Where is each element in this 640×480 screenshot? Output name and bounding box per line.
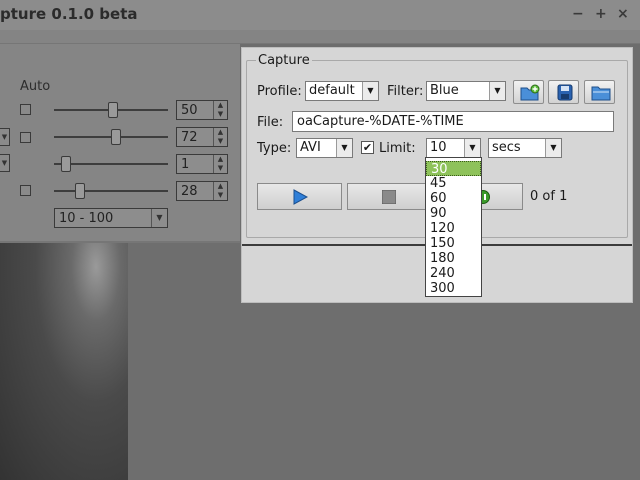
profile-select[interactable]: default ▼ (305, 81, 379, 101)
limit-dropdown-list[interactable]: 30 45 60 90 120 150 180 240 300 (425, 157, 482, 297)
dropdown-option[interactable]: 300 (426, 281, 481, 296)
minimize-button[interactable]: − (572, 6, 584, 22)
chevron-down-icon[interactable]: ▼ (464, 139, 480, 157)
dropdown-option[interactable]: 45 (426, 176, 481, 191)
filter-select[interactable]: Blue ▼ (426, 81, 506, 101)
chevron-down-icon[interactable]: ▼ (489, 82, 505, 100)
dropdown-option[interactable]: 30 (426, 161, 481, 177)
play-icon (293, 189, 308, 205)
spinbox-1-value: 50 (181, 103, 198, 118)
row-3-combo-stub[interactable]: ▼ (0, 154, 10, 172)
limit-select[interactable]: 10 ▼ (426, 138, 481, 158)
row-2-combo-stub[interactable]: ▼ (0, 128, 10, 146)
stop-icon (382, 190, 396, 204)
dropdown-option[interactable]: 240 (426, 266, 481, 281)
spin-arrows-icon[interactable]: ▲ ▼ (213, 155, 227, 173)
type-select[interactable]: AVI ▼ (296, 138, 353, 158)
spinbox-2-value: 72 (181, 130, 198, 145)
time-unit-value: secs (492, 140, 521, 155)
slider-2-thumb[interactable] (111, 129, 121, 145)
start-capture-button[interactable] (257, 183, 342, 210)
dropdown-option[interactable]: 150 (426, 236, 481, 251)
auto-checkbox-4[interactable] (20, 185, 31, 196)
chevron-down-icon[interactable]: ▼ (336, 139, 352, 157)
profile-label: Profile: (257, 84, 302, 99)
slider-4[interactable] (54, 190, 168, 192)
spin-arrows-icon[interactable]: ▲ ▼ (213, 128, 227, 146)
toolbar (0, 30, 640, 44)
new-folder-icon (520, 84, 540, 101)
limit-value: 10 (430, 140, 447, 155)
filter-label: Filter: (387, 84, 424, 99)
dropdown-option[interactable]: 90 (426, 206, 481, 221)
dropdown-option[interactable]: 60 (426, 191, 481, 206)
spin-arrows-icon[interactable]: ▲ ▼ (213, 101, 227, 119)
slider-1-thumb[interactable] (108, 102, 118, 118)
spinbox-3-value: 1 (181, 157, 190, 172)
file-label: File: (257, 115, 284, 130)
spinbox-2[interactable]: 72 ▲ ▼ (176, 127, 228, 147)
dropdown-option[interactable]: 120 (426, 221, 481, 236)
profile-value: default (309, 83, 355, 98)
time-unit-select[interactable]: secs ▼ (488, 138, 562, 158)
dropdown-option[interactable]: 180 (426, 251, 481, 266)
chevron-down-icon[interactable]: ▼ (362, 82, 378, 100)
save-button[interactable] (548, 80, 579, 104)
open-folder-icon (591, 86, 611, 101)
spinbox-4-value: 28 (181, 184, 198, 199)
capture-group-title: Capture (256, 53, 312, 68)
file-name-input[interactable]: oaCapture-%DATE-%TIME (292, 111, 614, 132)
filter-value: Blue (430, 83, 459, 98)
range-select[interactable]: 10 - 100 ▼ (54, 208, 168, 228)
limit-checkbox[interactable]: ✔ (361, 141, 374, 154)
window-title: pture 0.1.0 beta (0, 5, 138, 23)
stop-capture-button[interactable] (347, 183, 432, 210)
auto-checkbox-1[interactable] (20, 104, 31, 115)
chevron-down-icon[interactable]: ▼ (151, 209, 167, 227)
save-disk-icon (557, 84, 573, 101)
type-value: AVI (300, 140, 321, 155)
capture-progress-text: 0 of 1 (530, 189, 568, 204)
slider-3[interactable] (54, 163, 168, 165)
spinbox-1[interactable]: 50 ▲ ▼ (176, 100, 228, 120)
open-folder-button[interactable] (584, 80, 615, 104)
camera-preview-image (0, 243, 128, 480)
spinbox-4[interactable]: 28 ▲ ▼ (176, 181, 228, 201)
range-select-value: 10 - 100 (59, 211, 114, 226)
file-name-value: oaCapture-%DATE-%TIME (297, 114, 464, 129)
slider-4-thumb[interactable] (75, 183, 85, 199)
chevron-down-icon[interactable]: ▼ (545, 139, 561, 157)
spinbox-3[interactable]: 1 ▲ ▼ (176, 154, 228, 174)
limit-label: Limit: (379, 141, 416, 156)
maximize-button[interactable]: + (595, 6, 607, 22)
type-label: Type: (257, 141, 292, 156)
new-folder-button[interactable] (513, 80, 544, 104)
auto-checkbox-2[interactable] (20, 132, 31, 143)
spin-arrows-icon[interactable]: ▲ ▼ (213, 182, 227, 200)
close-button[interactable]: × (617, 6, 629, 22)
auto-label: Auto (20, 79, 51, 94)
slider-3-thumb[interactable] (61, 156, 71, 172)
